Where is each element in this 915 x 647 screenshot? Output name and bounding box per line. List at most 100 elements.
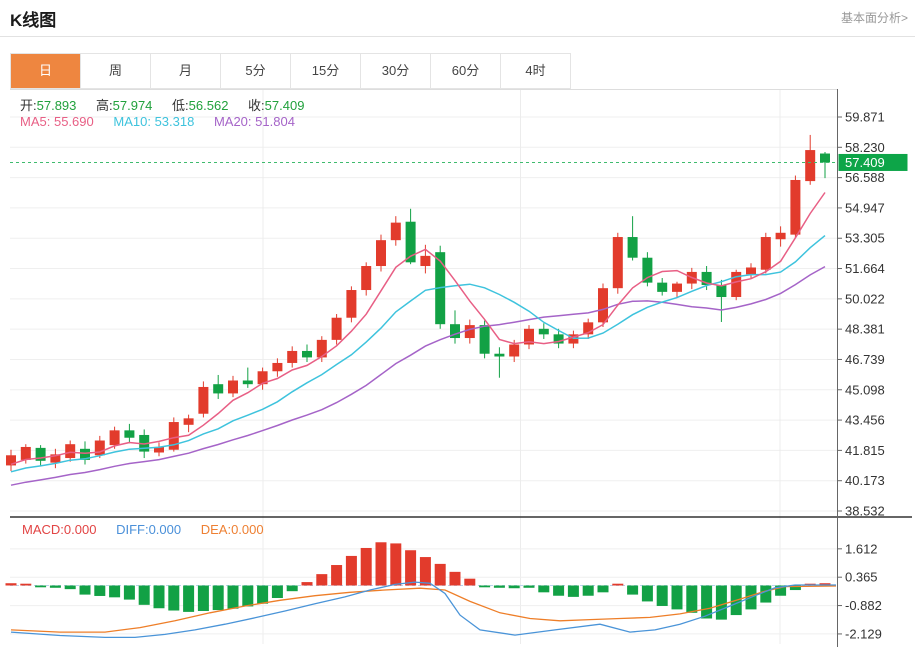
candle <box>642 252 653 287</box>
macd-bar <box>390 543 402 586</box>
candle <box>464 319 475 344</box>
macd-bar <box>715 585 727 620</box>
candle-body <box>242 380 253 385</box>
dea-value: 0.000 <box>231 522 264 537</box>
macd-bar <box>493 585 505 588</box>
candle <box>760 232 771 274</box>
candle-body <box>775 232 786 240</box>
macd-label: MACD: <box>22 522 64 537</box>
high-value: 57.974 <box>112 98 153 113</box>
current-price-badge-value: 57.409 <box>845 155 885 170</box>
price-axis-label: 45.098 <box>845 382 885 397</box>
tab-日[interactable]: 日 <box>11 54 81 88</box>
macd-bar <box>123 585 135 600</box>
price-axis-label: 46.739 <box>845 352 885 367</box>
ma-row: MA5: 55.690 MA10: 53.318 MA20: 51.804 <box>20 114 311 129</box>
macd-bar <box>109 585 121 598</box>
candle <box>331 314 342 345</box>
macd-bar <box>286 585 298 592</box>
candle <box>168 417 179 452</box>
macd-row: MACD:0.000 DIFF:0.000 DEA:0.000 <box>22 522 280 537</box>
tab-4时[interactable]: 4时 <box>501 54 570 88</box>
candle-body <box>228 380 238 394</box>
price-axis-label: 50.022 <box>845 291 885 306</box>
price-axis-label: 48.381 <box>845 322 885 337</box>
candle <box>820 152 830 179</box>
macd-bar <box>671 585 683 610</box>
price-axis-label: 38.532 <box>845 504 885 519</box>
macd-bar <box>64 585 76 590</box>
candle <box>183 414 194 433</box>
candle-body <box>94 440 105 456</box>
macd-bar <box>641 585 653 602</box>
tab-15分[interactable]: 15分 <box>291 54 361 88</box>
tab-月[interactable]: 月 <box>151 54 221 88</box>
diff-label: DIFF: <box>116 522 149 537</box>
ma5-value: 55.690 <box>53 114 94 129</box>
candle-body <box>302 350 312 358</box>
candle <box>242 367 253 388</box>
candle-body <box>494 353 505 357</box>
price-axis-label: 58.230 <box>845 140 885 155</box>
macd-bar <box>405 550 417 586</box>
candle <box>154 442 164 457</box>
tab-30分[interactable]: 30分 <box>361 54 431 88</box>
macd-bar <box>760 585 772 603</box>
macd-bar <box>183 585 195 612</box>
candle <box>50 448 61 469</box>
candle <box>450 310 460 344</box>
candle <box>198 381 209 418</box>
candle <box>612 232 623 294</box>
macd-bar <box>508 585 520 589</box>
candle <box>731 269 742 301</box>
macd-bar <box>627 585 639 595</box>
ma5-line <box>10 192 826 466</box>
macd-bar <box>464 578 476 586</box>
macd-bar <box>35 585 47 588</box>
tab-5分[interactable]: 5分 <box>221 54 291 88</box>
macd-bar <box>79 585 91 595</box>
candle-body <box>612 237 623 289</box>
candle-body <box>213 384 224 394</box>
macd-bar <box>419 557 431 586</box>
macd-bar <box>168 585 180 611</box>
macd-bar <box>197 585 209 611</box>
tab-60分[interactable]: 60分 <box>431 54 501 88</box>
macd-axis-label: -2.129 <box>845 626 882 641</box>
candle-body <box>361 266 372 291</box>
price-axis-label: 51.664 <box>845 261 885 276</box>
macd-bar <box>301 582 313 586</box>
macd-bar <box>257 585 269 604</box>
macd-bar <box>612 583 624 586</box>
candle-body <box>124 430 135 438</box>
open-label: 开: <box>20 98 37 113</box>
candle <box>376 234 386 272</box>
macd-axis-label: 0.365 <box>845 570 878 585</box>
macd-bar <box>138 585 150 605</box>
diff-value: 0.000 <box>148 522 182 537</box>
macd-bar <box>212 585 224 611</box>
candle-body <box>420 255 431 267</box>
macd-bar <box>271 585 283 599</box>
ma5-label: MA5: <box>20 114 51 129</box>
high-label: 高: <box>96 98 113 113</box>
macd-bar <box>479 585 491 588</box>
macd-bar <box>434 563 446 586</box>
macd-bar <box>582 585 594 596</box>
candle-body <box>198 386 209 414</box>
candle <box>35 445 46 467</box>
macd-bar <box>553 585 565 596</box>
candle <box>627 216 638 261</box>
candle-body <box>538 328 549 335</box>
candle <box>568 330 579 349</box>
macd-bar <box>20 583 32 586</box>
candle-body <box>346 290 357 318</box>
close-label: 收: <box>248 98 265 113</box>
tab-周[interactable]: 周 <box>81 54 151 88</box>
candle <box>6 449 16 471</box>
candle <box>538 323 549 339</box>
candle <box>494 347 505 378</box>
macd-bar <box>94 585 106 596</box>
ma20-label: MA20: <box>213 114 252 129</box>
price-axis-label: 59.871 <box>845 110 885 125</box>
